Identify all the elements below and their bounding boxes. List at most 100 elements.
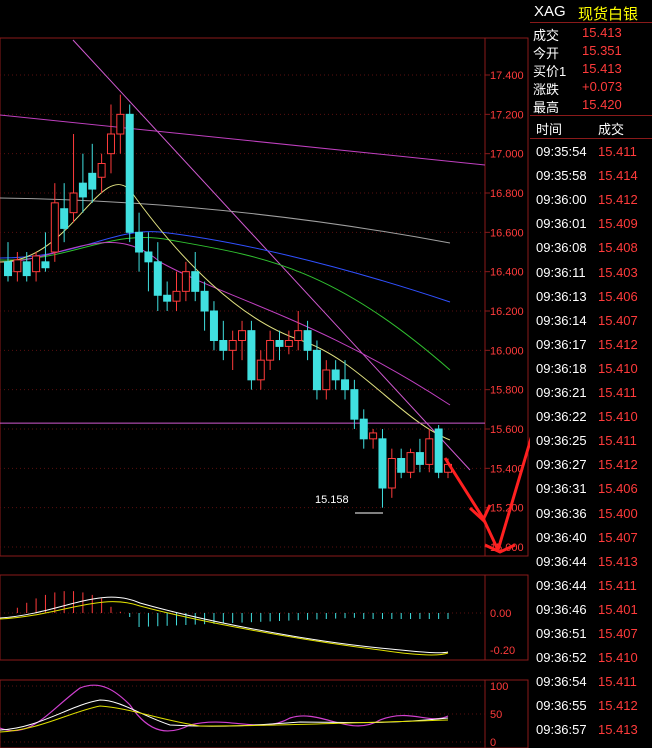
price-tick-label: 16.200 <box>490 306 524 318</box>
trades-header: 时间 成交 <box>530 118 652 137</box>
trade-row[interactable]: 09:36:36 15.400 <box>530 504 652 524</box>
quote-value: 15.413 <box>582 61 622 76</box>
trade-time: 09:36:40 <box>536 529 587 545</box>
trade-row[interactable]: 09:36:01 15.409 <box>530 214 652 234</box>
ma-line <box>0 242 451 406</box>
trend-line <box>72 39 471 471</box>
quote-label: 最高 <box>533 100 560 115</box>
trade-price: 15.411 <box>598 577 637 593</box>
trade-time: 09:36:13 <box>536 288 587 304</box>
trade-price: 15.412 <box>598 457 638 473</box>
trade-time: 09:36:25 <box>536 433 587 449</box>
candle-body <box>284 340 293 347</box>
quote-value: 15.420 <box>582 97 622 112</box>
price-tick-label: 15.800 <box>490 385 524 397</box>
trade-price: 15.412 <box>598 336 638 352</box>
main-panel-frame <box>0 37 529 557</box>
candle-body <box>41 261 50 269</box>
candle-body <box>116 113 125 135</box>
trade-row[interactable]: 09:36:51 15.407 <box>530 624 652 644</box>
trade-row[interactable]: 09:36:44 15.411 <box>530 576 652 596</box>
candle-body <box>50 202 59 253</box>
kdj-tick-label: 100 <box>490 681 508 693</box>
candle-body <box>13 259 22 273</box>
quote-row: 涨跌 +0.073 <box>530 78 652 97</box>
trade-row[interactable]: 09:36:14 15.407 <box>530 311 652 331</box>
trade-row[interactable]: 09:36:25 15.411 <box>530 431 652 451</box>
price-column-header: 成交 <box>598 122 625 137</box>
candle-body <box>415 452 424 465</box>
trade-row[interactable]: 09:36:17 15.412 <box>530 335 652 355</box>
candle-body <box>322 369 331 391</box>
candle-body <box>425 438 434 465</box>
trade-price: 15.410 <box>598 360 638 376</box>
trade-row[interactable]: 09:36:18 15.410 <box>530 359 652 379</box>
trade-row[interactable]: 09:35:58 15.414 <box>530 166 652 186</box>
trade-row[interactable]: 09:36:11 15.403 <box>530 263 652 283</box>
low-annotation: 15.158 <box>315 494 349 506</box>
candle-body <box>228 340 237 351</box>
trade-time: 09:36:08 <box>536 240 587 256</box>
trade-time: 09:36:44 <box>536 577 587 593</box>
trade-row[interactable]: 09:36:13 15.406 <box>530 287 652 307</box>
trade-row[interactable]: 09:36:08 15.408 <box>530 238 652 258</box>
trade-time: 09:36:27 <box>536 457 587 473</box>
trade-price: 15.414 <box>598 168 638 184</box>
divider <box>530 138 652 139</box>
price-tick-label: 17.400 <box>490 70 524 82</box>
divider <box>530 22 652 23</box>
price-tick-label: 15.600 <box>490 424 524 436</box>
candle-body <box>275 340 284 347</box>
trade-price: 15.407 <box>598 626 638 641</box>
candle-body <box>350 389 359 420</box>
candle-body <box>78 182 87 198</box>
trade-price: 15.401 <box>598 601 638 617</box>
ma-line <box>0 114 486 166</box>
trade-time: 09:36:51 <box>536 626 587 641</box>
trade-row[interactable]: 09:36:21 15.411 <box>530 383 652 403</box>
trade-price: 15.411 <box>598 385 637 400</box>
candlestick-chart[interactable]: 17.400 17.200 17.000 16.800 16.600 16.400 16.2… <box>0 0 530 748</box>
price-tick-label: 15.200 <box>490 503 524 515</box>
candle-body <box>359 418 368 440</box>
trade-row[interactable]: 09:36:31 15.406 <box>530 479 652 499</box>
trade-row[interactable]: 09:36:57 15.413 <box>530 720 652 740</box>
trade-time: 09:36:00 <box>536 192 587 208</box>
trade-row[interactable]: 09:36:00 15.412 <box>530 190 652 210</box>
price-tick-label: 16.600 <box>490 227 524 239</box>
trade-price: 15.412 <box>598 698 638 714</box>
candle-body <box>256 359 265 381</box>
candle-body <box>369 432 378 440</box>
candle-body <box>163 294 172 302</box>
trade-row[interactable]: 09:36:54 15.411 <box>530 672 652 692</box>
trade-time: 09:36:52 <box>536 650 587 666</box>
trade-row[interactable]: 09:36:27 15.412 <box>530 455 652 475</box>
candle-body <box>153 261 162 296</box>
trade-price: 15.403 <box>598 264 638 280</box>
quote-value: +0.073 <box>582 79 623 94</box>
trade-time: 09:35:54 <box>536 144 587 159</box>
trade-row[interactable]: 09:36:52 15.410 <box>530 648 652 668</box>
trade-time: 09:36:22 <box>536 409 587 425</box>
candle-body <box>32 255 41 273</box>
trade-row[interactable]: 09:36:55 15.412 <box>530 696 652 716</box>
trade-row[interactable]: 09:36:40 15.407 <box>530 528 652 548</box>
candle-body <box>294 330 303 341</box>
candle-body <box>97 163 106 178</box>
kdj-tick-label: 50 <box>490 709 502 721</box>
trade-price: 15.413 <box>598 722 638 738</box>
trade-row[interactable]: 09:36:44 15.413 <box>530 552 652 572</box>
candle-body <box>331 369 340 381</box>
kdj-d-line <box>0 705 449 733</box>
trade-price: 15.407 <box>598 312 638 328</box>
price-tick-label: 15.400 <box>490 463 524 475</box>
trade-row[interactable]: 09:36:22 15.410 <box>530 407 652 427</box>
price-tick-label: 16.000 <box>490 345 524 357</box>
quote-row: 成交 15.413 <box>530 24 652 43</box>
trade-row[interactable]: 09:36:46 15.401 <box>530 600 652 620</box>
trade-time: 09:36:01 <box>536 216 587 232</box>
quote-value: 15.413 <box>582 25 622 40</box>
divider <box>530 115 652 116</box>
trade-row[interactable]: 09:35:54 15.411 <box>530 142 652 162</box>
symbol-name: 现货白银 <box>578 6 639 23</box>
